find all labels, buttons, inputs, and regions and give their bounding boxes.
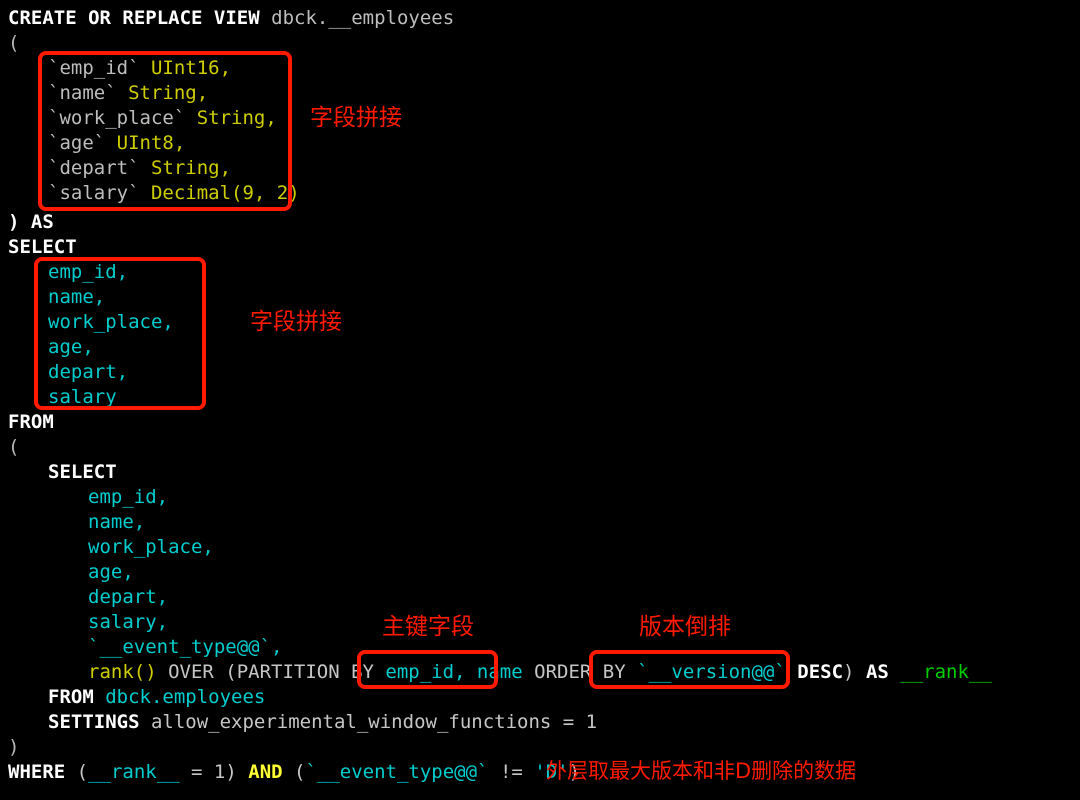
column-type-depart: String, bbox=[150, 157, 232, 179]
column-name-work-place: `work_place` bbox=[48, 107, 186, 129]
code-line-outer-field-name: name, bbox=[48, 285, 105, 310]
code-line-inner-field-event-type: `__event_type@@`, bbox=[88, 635, 282, 660]
order-by-column-version: `__version@@` bbox=[637, 661, 786, 683]
code-line-inner-field-salary: salary, bbox=[88, 610, 168, 635]
column-name-name: `name` bbox=[48, 82, 117, 104]
keyword-where: WHERE bbox=[8, 761, 66, 783]
keyword-and: AND bbox=[248, 761, 283, 783]
subquery-paren-open: ( bbox=[8, 436, 20, 458]
keyword-from-inner: FROM bbox=[48, 686, 94, 708]
code-line-inner-field-age: age, bbox=[88, 560, 134, 585]
column-type-name: String, bbox=[128, 82, 209, 104]
outer-field-age: age, bbox=[48, 336, 94, 358]
where-event-type-column: `__event_type@@` bbox=[305, 761, 489, 783]
column-name-salary: `salary` bbox=[48, 182, 140, 204]
keyword-select-outer: SELECT bbox=[8, 236, 77, 258]
where-open-paren: ( bbox=[65, 761, 89, 783]
clause-over-partition-by: OVER (PARTITION BY bbox=[156, 661, 386, 683]
code-line-col-emp-id: `emp_id` UInt16, bbox=[48, 56, 231, 81]
keyword-select-inner: SELECT bbox=[48, 461, 117, 483]
annotation-fields-select: 字段拼接 bbox=[250, 309, 342, 335]
column-name-emp-id: `emp_id` bbox=[48, 57, 140, 79]
code-line-col-age: `age` UInt8, bbox=[48, 131, 185, 156]
code-line-subquery-open-paren: ( bbox=[8, 435, 19, 460]
code-line-where: WHERE (__rank__ = 1) AND (`__event_type@… bbox=[8, 760, 580, 785]
code-line-inner-field-name: name, bbox=[88, 510, 145, 535]
function-rank: rank() bbox=[88, 661, 157, 683]
paren-open: ( bbox=[8, 32, 20, 54]
sql-code-screenshot: CREATE OR REPLACE VIEW dbck.__employees … bbox=[0, 0, 1080, 800]
keyword-from-outer: FROM bbox=[8, 411, 54, 433]
column-name-age: `age` bbox=[48, 132, 106, 154]
outer-field-depart: depart, bbox=[48, 361, 129, 383]
code-line-col-name: `name` String, bbox=[48, 81, 208, 106]
outer-field-salary: salary bbox=[48, 386, 117, 408]
close-paren-as: ) AS bbox=[8, 211, 54, 233]
code-line-outer-field-emp-id: emp_id, bbox=[48, 260, 128, 285]
annotation-outer-note: 外层取最大版本和非D删除的数据 bbox=[546, 759, 857, 783]
code-line-select-inner: SELECT bbox=[48, 460, 117, 485]
column-type-work-place: String, bbox=[196, 107, 277, 129]
outer-field-emp-id: emp_id, bbox=[48, 261, 129, 283]
outer-field-work-place: work_place, bbox=[48, 311, 174, 333]
where-second-open-paren: ( bbox=[282, 761, 306, 783]
code-line-col-depart: `depart` String, bbox=[48, 156, 231, 181]
code-line-settings: SETTINGS allow_experimental_window_funct… bbox=[48, 710, 597, 735]
code-line-rank-window-function: rank() OVER (PARTITION BY emp_id, name O… bbox=[88, 660, 992, 685]
annotation-version-desc: 版本倒排 bbox=[639, 614, 731, 640]
inner-field-event-type: `__event_type@@`, bbox=[88, 636, 283, 658]
keyword-settings: SETTINGS bbox=[48, 711, 140, 733]
inner-field-name: name, bbox=[88, 511, 146, 533]
outer-field-name: name, bbox=[48, 286, 106, 308]
column-type-salary: Decimal(9, 2) bbox=[150, 182, 300, 204]
column-type-emp-id: UInt16, bbox=[150, 57, 232, 79]
code-line-outer-field-depart: depart, bbox=[48, 360, 128, 385]
rank-close-paren: ) bbox=[843, 661, 855, 683]
code-line-from-outer: FROM bbox=[8, 410, 54, 435]
code-line-col-work-place: `work_place` String, bbox=[48, 106, 277, 131]
code-line-outer-field-salary: salary bbox=[48, 385, 117, 410]
view-name: dbck.__employees bbox=[271, 7, 455, 29]
inner-field-emp-id: emp_id, bbox=[88, 486, 169, 508]
code-line-create-view: CREATE OR REPLACE VIEW dbck.__employees bbox=[8, 6, 454, 31]
subquery-paren-close: ) bbox=[8, 736, 20, 758]
code-line-inner-field-emp-id: emp_id, bbox=[88, 485, 168, 510]
annotation-fields-ddl: 字段拼接 bbox=[310, 105, 402, 131]
column-name-depart: `depart` bbox=[48, 157, 140, 179]
code-line-close-paren-as: ) AS bbox=[8, 210, 54, 235]
rank-alias: __rank__ bbox=[900, 661, 992, 683]
code-line-col-salary: `salary` Decimal(9, 2) bbox=[48, 181, 300, 206]
code-line-inner-field-work-place: work_place, bbox=[88, 535, 214, 560]
code-line-inner-field-depart: depart, bbox=[88, 585, 168, 610]
inner-field-age: age, bbox=[88, 561, 134, 583]
keyword-as: AS bbox=[865, 661, 889, 683]
code-line-outer-field-work-place: work_place, bbox=[48, 310, 174, 335]
column-type-age: UInt8, bbox=[116, 132, 186, 154]
keyword-create-or-replace-view: CREATE OR REPLACE VIEW bbox=[8, 7, 260, 29]
clause-order-by: ORDER BY bbox=[522, 661, 638, 683]
where-rank-condition: = 1) bbox=[179, 761, 249, 783]
settings-expression: allow_experimental_window_functions = 1 bbox=[150, 711, 598, 733]
annotation-primary-key: 主键字段 bbox=[382, 614, 474, 640]
code-line-subquery-close-paren: ) bbox=[8, 735, 19, 760]
inner-field-depart: depart, bbox=[88, 586, 169, 608]
code-line-open-paren-ddl: ( bbox=[8, 31, 19, 56]
partition-key-list: emp_id, name bbox=[385, 661, 523, 683]
code-line-from-inner: FROM dbck.employees bbox=[48, 685, 265, 710]
code-line-outer-field-age: age, bbox=[48, 335, 94, 360]
inner-field-salary: salary, bbox=[88, 611, 169, 633]
keyword-desc: DESC bbox=[797, 661, 844, 683]
inner-field-work-place: work_place, bbox=[88, 536, 214, 558]
code-line-select-outer: SELECT bbox=[8, 235, 77, 260]
source-table-name: dbck.employees bbox=[105, 686, 266, 708]
where-not-equal-operator: != bbox=[488, 761, 535, 783]
where-rank-column: __rank__ bbox=[88, 761, 180, 783]
